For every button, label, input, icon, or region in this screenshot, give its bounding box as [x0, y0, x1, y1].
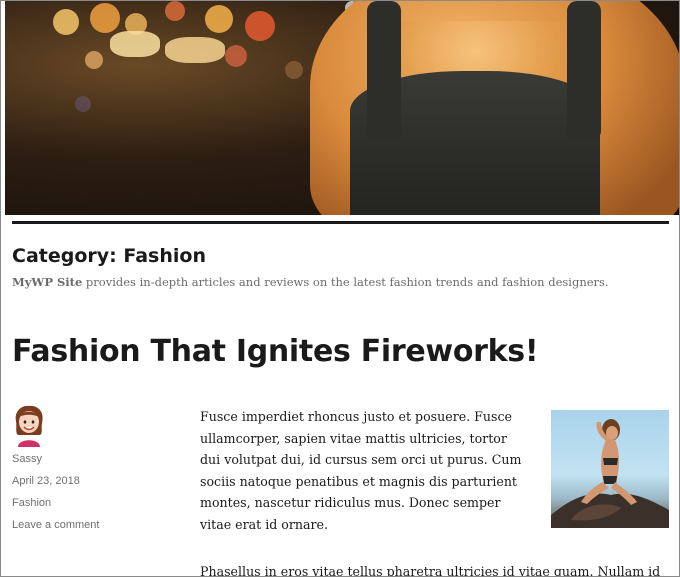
leave-comment-link[interactable]: Leave a comment	[12, 519, 99, 531]
post-author[interactable]: Sassy	[12, 453, 42, 465]
post-paragraph-2: Phasellus in eros vitae tellus pharetra …	[200, 564, 661, 577]
post-date[interactable]: April 23, 2018	[12, 475, 80, 487]
site-name: MyWP Site	[12, 275, 83, 289]
author-avatar-icon[interactable]	[12, 405, 46, 447]
archive-description-text: provides in-depth articles and reviews o…	[82, 275, 609, 289]
archive-separator	[12, 221, 669, 224]
featured-image	[551, 410, 669, 528]
post-paragraph-1: Fusce imperdiet rhoncus justo et posuere…	[200, 409, 522, 532]
post-category[interactable]: Fashion	[12, 497, 51, 509]
post-title[interactable]: Fashion That Ignites Fireworks!	[12, 334, 539, 369]
archive-title: Category: Fashion	[12, 245, 206, 267]
page-frame: Category: Fashion MyWP Site provides in-…	[0, 0, 680, 577]
model-photo-icon	[551, 419, 669, 528]
header-image	[5, 1, 679, 215]
archive-description: MyWP Site provides in-depth articles and…	[12, 275, 609, 289]
